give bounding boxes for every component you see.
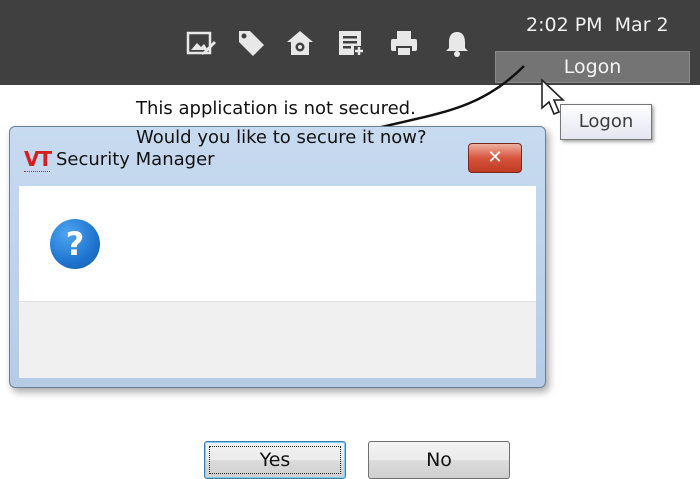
message-line-2: Would you like to secure it now? — [136, 127, 427, 148]
security-manager-dialog: VT Security Manager ✕ ? Yes No — [9, 126, 546, 479]
tag-icon[interactable] — [236, 28, 266, 58]
list-add-icon[interactable] — [336, 28, 366, 58]
taskbar: 2:02 PM Mar 2 Logon — [0, 0, 700, 85]
dialog-message: This application is not secured. Would y… — [136, 94, 427, 152]
logon-tooltip: Logon — [560, 104, 652, 140]
clock-time: 2:02 PM — [526, 14, 603, 36]
dialog-body: ? Yes No — [19, 186, 536, 479]
yes-button[interactable]: Yes — [204, 441, 346, 479]
close-button[interactable]: ✕ — [468, 143, 522, 173]
close-icon: ✕ — [487, 147, 503, 168]
question-icon: ? — [50, 219, 100, 269]
logon-button[interactable]: Logon — [495, 51, 690, 83]
clock: 2:02 PM Mar 2 — [526, 14, 669, 36]
focus-rect — [209, 446, 341, 474]
message-line-1: This application is not secured. — [136, 98, 416, 119]
vt-logo: VT — [24, 147, 52, 171]
vt-logo-underline — [24, 171, 50, 173]
clock-date: Mar 2 — [614, 14, 669, 36]
no-button-label: No — [426, 449, 452, 471]
printer-icon[interactable] — [389, 28, 419, 58]
no-button[interactable]: No — [368, 441, 510, 479]
dialog-button-bar: Yes No — [19, 301, 536, 479]
dialog-title: Security Manager — [56, 149, 215, 170]
image-edit-icon[interactable] — [186, 28, 216, 58]
bell-icon[interactable] — [442, 28, 472, 58]
home-settings-icon[interactable] — [285, 28, 315, 58]
